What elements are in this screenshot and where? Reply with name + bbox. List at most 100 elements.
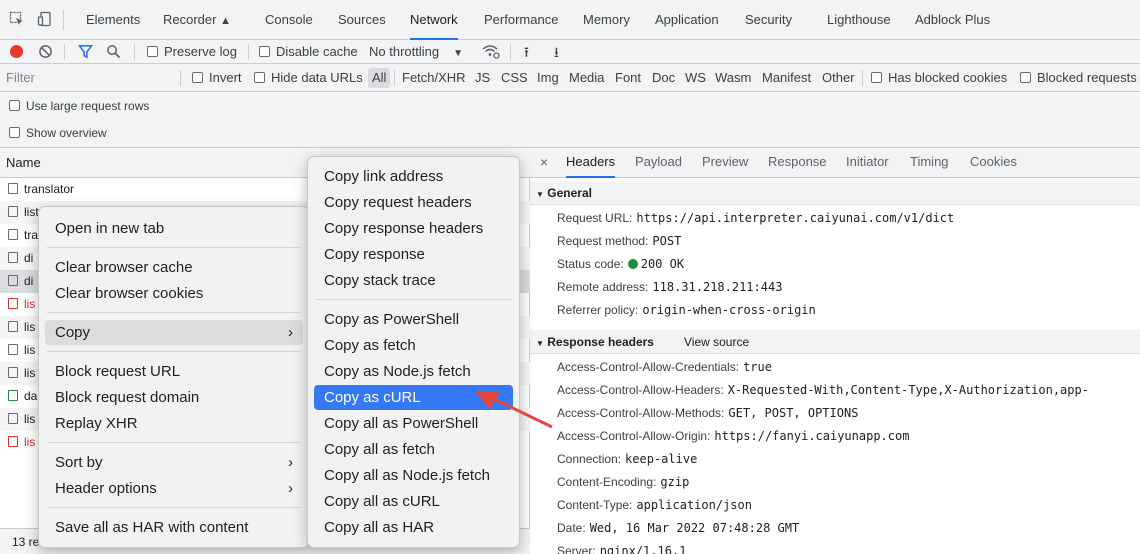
header-value: https://api.interpreter.caiyunai.com/v1/… xyxy=(636,211,955,225)
tab-response[interactable]: Response xyxy=(768,148,827,178)
header-key: Connection: xyxy=(557,452,622,466)
tab-network[interactable]: Network xyxy=(410,0,458,40)
menu-item-copy-as-nodejs-fetch[interactable]: Copy as Node.js fetch xyxy=(314,359,513,384)
menu-item-clear-browser-cache[interactable]: Clear browser cache xyxy=(45,255,303,280)
general-section-header[interactable]: ▼ General xyxy=(530,181,1140,205)
tab-initiator[interactable]: Initiator xyxy=(846,148,889,178)
preserve-log-checkbox[interactable]: Preserve log xyxy=(147,40,237,64)
invert-label: Invert xyxy=(209,70,242,85)
tab-timing[interactable]: Timing xyxy=(910,148,949,178)
menu-item-copy-request-headers[interactable]: Copy request headers xyxy=(314,190,513,215)
header-key: Content-Type: xyxy=(557,498,633,512)
show-overview-checkbox[interactable]: Show overview xyxy=(9,119,107,147)
filter-type-js[interactable]: JS xyxy=(475,64,490,92)
menu-item-header-options[interactable]: Header options › xyxy=(45,476,303,501)
toolbar-separator xyxy=(134,44,135,60)
header-value: 200 OK xyxy=(640,257,685,271)
menu-item-clear-browser-cookies[interactable]: Clear browser cookies xyxy=(45,281,303,306)
menu-item-block-request-url[interactable]: Block request URL xyxy=(45,359,303,384)
menu-item-copy-response-headers[interactable]: Copy response headers xyxy=(314,216,513,241)
menu-item-copy-all-as-curl[interactable]: Copy all as cURL xyxy=(314,489,513,514)
tab-application[interactable]: Application xyxy=(655,0,719,40)
has-blocked-cookies-checkbox[interactable]: Has blocked cookies xyxy=(871,64,1007,92)
menu-item-copy-stack-trace[interactable]: Copy stack trace xyxy=(314,268,513,293)
menu-item-open-in-new-tab[interactable]: Open in new tab xyxy=(45,216,303,241)
filter-type-img[interactable]: Img xyxy=(537,64,559,92)
header-key: Access-Control-Allow-Credentials: xyxy=(557,360,740,374)
large-rows-checkbox[interactable]: Use large request rows xyxy=(9,92,149,120)
request-name: translator xyxy=(24,182,75,196)
tab-preview[interactable]: Preview xyxy=(702,148,748,178)
response-header-row: Access-Control-Allow-Credentials: true xyxy=(557,356,772,378)
close-icon[interactable]: × xyxy=(540,148,548,178)
invert-checkbox[interactable]: Invert xyxy=(192,64,242,92)
header-key: Access-Control-Allow-Origin: xyxy=(557,429,711,443)
disable-cache-checkbox[interactable]: Disable cache xyxy=(259,40,358,64)
header-key: Request URL: xyxy=(557,211,633,225)
tab-cookies[interactable]: Cookies xyxy=(970,148,1017,178)
view-source-link[interactable]: View source xyxy=(684,335,749,349)
tab-sources[interactable]: Sources xyxy=(338,0,386,40)
tab-recorder[interactable]: Recorder ▲ xyxy=(163,0,231,40)
filter-type-manifest[interactable]: Manifest xyxy=(762,64,811,92)
show-overview-label: Show overview xyxy=(26,126,107,140)
response-header-row: Connection: keep-alive xyxy=(557,448,697,470)
menu-item-copy-all-as-fetch[interactable]: Copy all as fetch xyxy=(314,437,513,462)
hide-data-urls-checkbox[interactable]: Hide data URLs xyxy=(254,64,363,92)
filter-type-media[interactable]: Media xyxy=(569,64,604,92)
tab-memory[interactable]: Memory xyxy=(583,0,630,40)
menu-item-copy-link-address[interactable]: Copy link address xyxy=(314,164,513,189)
tab-adblock-plus[interactable]: Adblock Plus xyxy=(915,0,990,40)
filter-type-doc[interactable]: Doc xyxy=(652,64,675,92)
filter-type-wasm[interactable]: Wasm xyxy=(715,64,751,92)
filter-type-other[interactable]: Other xyxy=(822,64,855,92)
filter-icon[interactable] xyxy=(77,40,94,64)
network-conditions-icon[interactable] xyxy=(482,40,500,64)
menu-item-copy-all-as-har[interactable]: Copy all as HAR xyxy=(314,515,513,540)
inspect-icon[interactable] xyxy=(8,11,26,29)
menu-item-copy-as-powershell[interactable]: Copy as PowerShell xyxy=(314,307,513,332)
filter-type-all[interactable]: All xyxy=(368,68,391,88)
tab-payload[interactable]: Payload xyxy=(635,148,682,178)
record-icon[interactable] xyxy=(10,40,23,64)
menu-item-block-request-domain[interactable]: Block request domain xyxy=(45,385,303,410)
clear-icon[interactable] xyxy=(38,40,53,64)
menu-item-copy-label: Copy xyxy=(55,324,91,341)
menu-item-sort-by[interactable]: Sort by › xyxy=(45,450,303,475)
import-har-icon[interactable]: ⭱ xyxy=(524,40,529,64)
annotation-arrow-icon xyxy=(474,391,553,429)
filter-input[interactable]: Filter xyxy=(6,64,35,92)
tab-lighthouse[interactable]: Lighthouse xyxy=(827,0,891,40)
disable-cache-label: Disable cache xyxy=(276,44,358,59)
header-value: origin-when-cross-origin xyxy=(642,303,816,317)
filter-type-font[interactable]: Font xyxy=(615,64,641,92)
tab-console[interactable]: Console xyxy=(265,0,313,40)
request-details: × Headers Payload Preview Response Initi… xyxy=(530,148,1140,554)
collapse-triangle-icon: ▼ xyxy=(536,190,544,199)
search-icon[interactable] xyxy=(106,40,121,64)
throttling-select[interactable]: No throttling ▼ xyxy=(369,40,463,64)
toolbar-separator xyxy=(64,44,65,60)
device-toggle-icon[interactable] xyxy=(36,11,54,29)
filter-type-css[interactable]: CSS xyxy=(501,64,528,92)
tab-recorder-label: Recorder xyxy=(163,12,217,27)
devtools-tab-bar: Elements Recorder ▲ Console Sources Netw… xyxy=(0,0,1140,40)
tab-elements[interactable]: Elements xyxy=(86,0,140,40)
menu-item-copy-as-fetch[interactable]: Copy as fetch xyxy=(314,333,513,358)
menu-item-replay-xhr[interactable]: Replay XHR xyxy=(45,411,303,436)
menu-item-copy-all-as-nodejs-fetch[interactable]: Copy all as Node.js fetch xyxy=(314,463,513,488)
blocked-requests-checkbox[interactable]: Blocked requests xyxy=(1020,64,1137,92)
menu-item-copy[interactable]: Copy › xyxy=(45,320,303,345)
response-headers-title: Response headers xyxy=(547,335,654,349)
menu-item-copy-response[interactable]: Copy response xyxy=(314,242,513,267)
filter-type-ws[interactable]: WS xyxy=(685,64,706,92)
tab-headers[interactable]: Headers xyxy=(566,148,616,178)
filter-type-fetch-xhr[interactable]: Fetch/XHR xyxy=(402,64,466,92)
menu-separator xyxy=(47,247,301,248)
request-name: lis xyxy=(24,366,36,380)
tab-performance[interactable]: Performance xyxy=(484,0,558,40)
menu-item-save-all-as-har[interactable]: Save all as HAR with content xyxy=(45,515,303,540)
response-headers-section-header[interactable]: ▼ Response headers View source xyxy=(530,330,1140,354)
export-har-icon[interactable]: ⭳ xyxy=(554,40,559,64)
tab-security[interactable]: Security xyxy=(745,0,792,40)
